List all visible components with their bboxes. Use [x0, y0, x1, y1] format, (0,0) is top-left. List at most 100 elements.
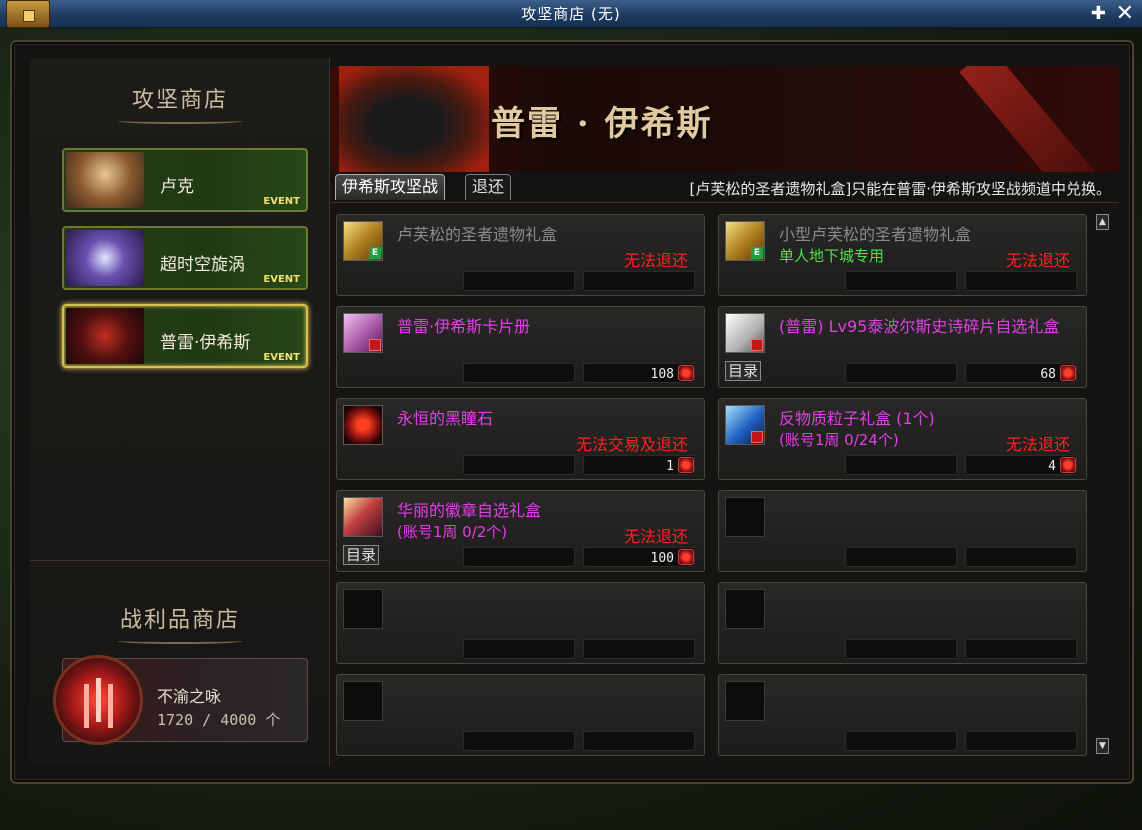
cost-slot [965, 547, 1077, 567]
item-name: (普雷) Lv95泰波尔斯史诗碎片自选礼盒 [779, 317, 1060, 336]
event-badge: EVENT [263, 196, 300, 207]
gift-box-icon: E [343, 221, 383, 261]
shop-item-luke[interactable]: 卢克 EVENT [62, 148, 308, 212]
event-badge: EVENT [263, 352, 300, 363]
cost-slot [463, 639, 575, 659]
shop-item-vortex[interactable]: 超时空旋涡 EVENT [62, 226, 308, 290]
close-icon[interactable]: ✕ [1116, 1, 1134, 26]
card-album-icon [343, 313, 383, 353]
cost-slot [965, 731, 1077, 751]
cost-slot [463, 455, 575, 475]
scroll-up-button[interactable]: ▲ [1096, 214, 1109, 230]
item-card[interactable]: 目录 华丽的徽章自选礼盒 (账号1周 0/2个) 无法退还 100 [336, 490, 705, 572]
title-ornament [117, 118, 243, 124]
empty-item-card [336, 582, 705, 664]
cost-slot [583, 639, 695, 659]
cost-slot [463, 547, 575, 567]
cost-slot [965, 271, 1077, 291]
empty-slot-icon [343, 681, 383, 721]
epic-fragment-box-icon [725, 313, 765, 353]
boss-name: 普雷 · 伊希斯 [491, 104, 713, 144]
item-note: 无法退还 [1005, 435, 1070, 454]
item-note: 无法退还 [1005, 251, 1070, 270]
item-price: 68 [1040, 367, 1056, 382]
boss-portrait [339, 66, 489, 172]
treasure-chest-icon [6, 0, 50, 28]
sidebar-divider [30, 560, 330, 561]
item-name: 小型卢芙松的圣者遗物礼盒 [779, 225, 972, 244]
item-card[interactable]: 永恒的黑瞳石 无法交易及退还 1 [336, 398, 705, 480]
item-note: 无法退还 [623, 527, 688, 546]
shop-item-prey-isys[interactable]: 普雷·伊希斯 EVENT [62, 304, 308, 368]
tab-notice: [卢芙松的圣者遗物礼盒]只能在普雷·伊希斯攻坚战频道中兑换。 [689, 180, 1111, 198]
currency-panel: 不渝之咏 1720 / 4000 个 [53, 655, 308, 745]
item-name: 反物质粒子礼盒 (1个) [779, 409, 935, 428]
cost-slot [583, 731, 695, 751]
cost-slot [845, 455, 957, 475]
item-card[interactable]: E 小型卢芙松的圣者遗物礼盒 单人地下城专用 无法退还 [718, 214, 1087, 296]
item-card[interactable]: E 卢芙松的圣者遗物礼盒 无法退还 [336, 214, 705, 296]
shop-item-name: 超时空旋涡 [160, 255, 245, 275]
tab-isys-raid[interactable]: 伊希斯攻坚战 [335, 174, 446, 200]
boss-banner: 普雷 · 伊希斯 [331, 66, 1119, 172]
cost-slot [845, 363, 957, 383]
shop-section-label: 攻坚商店 [131, 88, 228, 113]
cost-slot [463, 271, 575, 291]
item-subtext: 单人地下城专用 [779, 247, 885, 265]
empty-item-card [336, 674, 705, 756]
loot-section-label: 战利品商店 [119, 608, 240, 633]
title-ornament [117, 638, 243, 644]
shop-item-name: 卢克 [160, 177, 194, 197]
item-subtext: (账号1周 0/2个) [397, 523, 508, 541]
item-card[interactable]: 目录 (普雷) Lv95泰波尔斯史诗碎片自选礼盒 68 [718, 306, 1087, 388]
catalog-button[interactable]: 目录 [343, 545, 380, 565]
event-e-badge-icon: E [369, 247, 381, 259]
cost-slot [463, 731, 575, 751]
item-price: 1 [666, 459, 674, 474]
tab-bar: 伊希斯攻坚战 退还 [卢芙松的圣者遗物礼盒]只能在普雷·伊希斯攻坚战频道中兑换。 [331, 172, 1119, 202]
item-price: 100 [650, 551, 674, 566]
cost-slot [845, 639, 957, 659]
currency-coin-icon [678, 365, 694, 381]
untradable-badge-icon [751, 339, 763, 351]
empty-item-card [718, 490, 1087, 572]
event-e-badge-icon: E [751, 247, 763, 259]
currency-name: 不渝之咏 [157, 687, 222, 706]
empty-item-card [718, 582, 1087, 664]
cost-slot [965, 639, 1077, 659]
tab-refund[interactable]: 退还 [465, 174, 512, 200]
prey-isys-thumbnail [66, 308, 144, 364]
event-badge: EVENT [263, 274, 300, 285]
currency-count: 1720 / 4000 个 [157, 711, 281, 729]
item-price: 108 [650, 367, 674, 382]
currency-coin-icon [678, 549, 694, 565]
empty-item-card [718, 674, 1087, 756]
item-note: 无法退还 [623, 251, 688, 270]
item-name: 永恒的黑瞳石 [397, 409, 494, 428]
gift-box-icon: E [725, 221, 765, 261]
pin-icon[interactable]: ✚ [1091, 3, 1106, 24]
item-note: 无法交易及退还 [575, 435, 688, 454]
antimatter-box-icon [725, 405, 765, 445]
item-name: 普雷·伊希斯卡片册 [397, 317, 531, 336]
title-bar: 攻坚商店 (无) ✚ ✕ [0, 0, 1142, 28]
currency-coin-icon [1060, 457, 1076, 473]
cost-slot [845, 547, 957, 567]
empty-slot-icon [725, 589, 765, 629]
shop-section-title: 攻坚商店 [30, 82, 330, 124]
window-title: 攻坚商店 (无) [521, 5, 621, 23]
empty-slot-icon [725, 497, 765, 537]
item-name: 卢芙松的圣者遗物礼盒 [397, 225, 558, 244]
shop-item-name: 普雷·伊希斯 [160, 333, 251, 353]
scroll-down-button[interactable]: ▼ [1096, 738, 1109, 754]
banner-decoration [959, 66, 1119, 172]
currency-coin-icon [678, 457, 694, 473]
item-card[interactable]: 普雷·伊希斯卡片册 108 [336, 306, 705, 388]
sidebar: 攻坚商店 卢克 EVENT 超时空旋涡 EVENT 普雷·伊希斯 EVENT 战… [30, 58, 330, 766]
item-subtext: (账号1周 0/24个) [779, 431, 899, 449]
catalog-button[interactable]: 目录 [725, 361, 762, 381]
cost-slot [845, 731, 957, 751]
item-card[interactable]: 反物质粒子礼盒 (1个) (账号1周 0/24个) 无法退还 4 [718, 398, 1087, 480]
loot-section-title: 战利品商店 [30, 602, 330, 644]
untradable-badge-icon [369, 339, 381, 351]
